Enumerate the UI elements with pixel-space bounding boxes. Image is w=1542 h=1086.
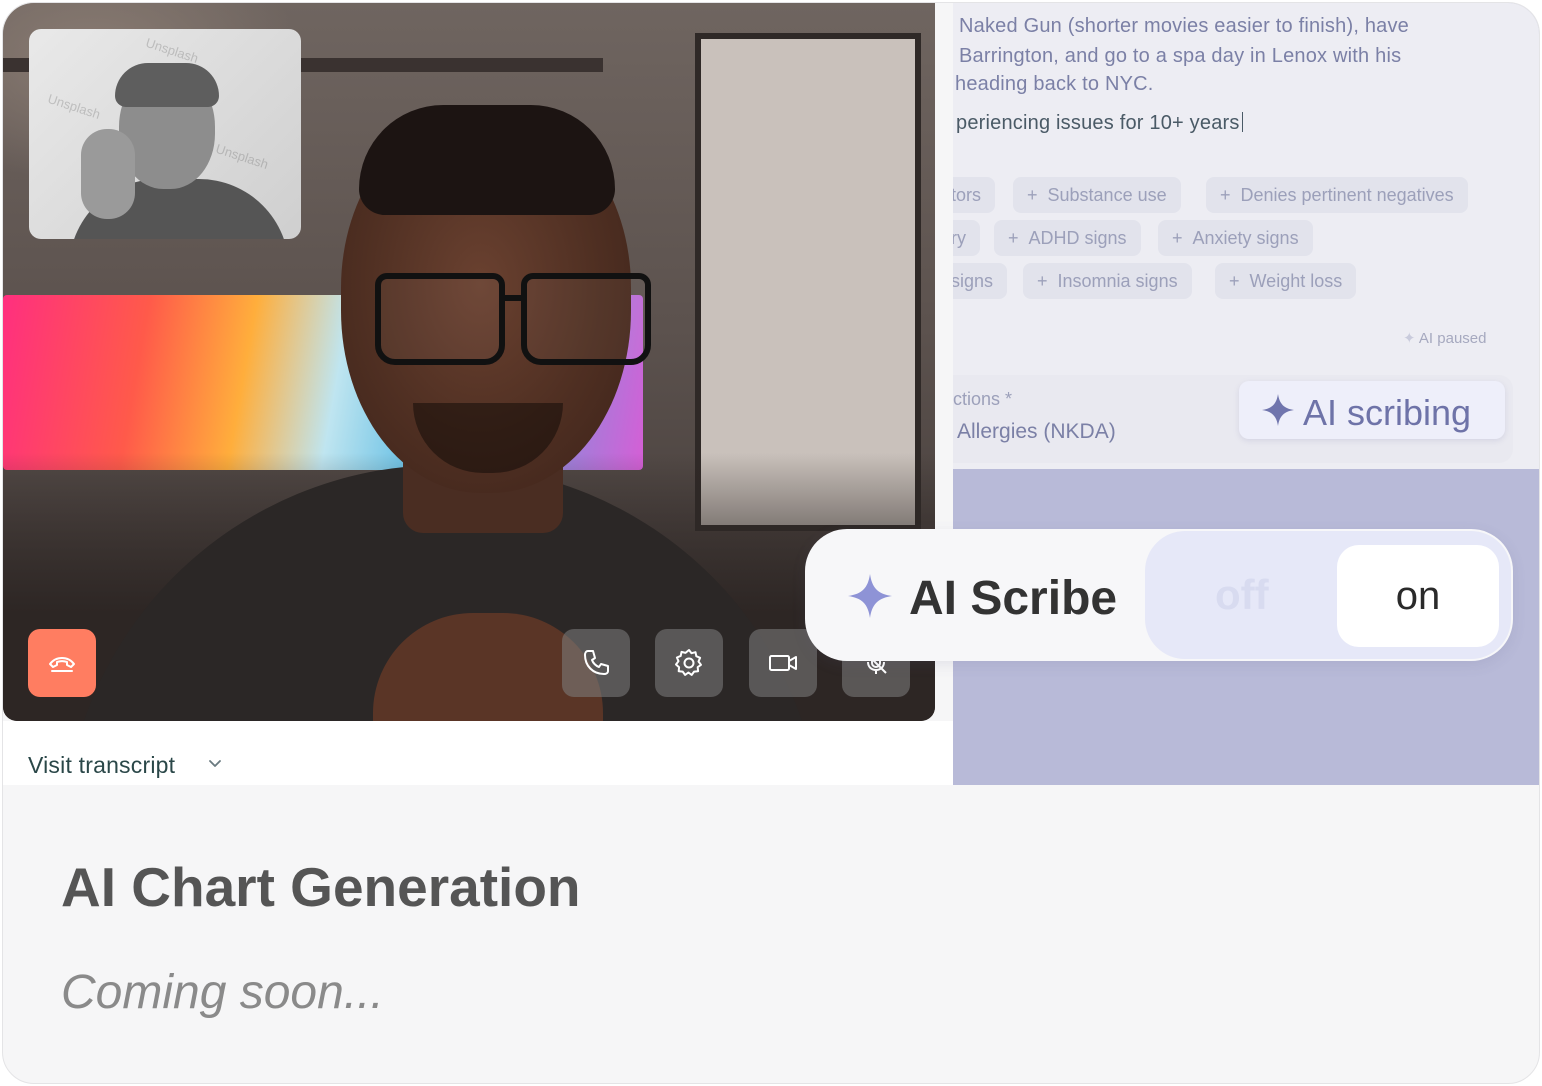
ai-scribing-badge: AI scribing: [1239, 381, 1505, 439]
clinical-notes: Naked Gun (shorter movies easier to fini…: [953, 3, 1539, 469]
toggle-track: off on: [1145, 531, 1511, 659]
toggle-off-option[interactable]: off: [1215, 571, 1269, 619]
video-call-panel: Unsplash Unsplash Unsplash: [3, 3, 935, 721]
chip-weight-loss[interactable]: + Weight loss: [1215, 263, 1357, 299]
note-text: Barrington, and go to a spa day in Lenox…: [959, 45, 1402, 67]
sparkle-icon: [848, 574, 892, 618]
watermark: Unsplash: [46, 90, 103, 123]
text-caret: [1241, 112, 1243, 132]
transcript-bar: Visit transcript: [3, 721, 953, 785]
gear-icon: [675, 649, 702, 676]
note-input-line[interactable]: periencing issues for 10+ years: [956, 112, 1243, 135]
chip-anxiety-signs[interactable]: + Anxiety signs: [1158, 220, 1313, 256]
ai-scribe-toggle[interactable]: AI Scribe off on: [805, 529, 1513, 661]
chip-insomnia-signs[interactable]: + Insomnia signs: [1023, 263, 1192, 299]
plus-icon: +: [1037, 271, 1048, 291]
plus-icon: +: [1172, 228, 1183, 248]
watermark: Unsplash: [144, 34, 201, 67]
section-value: Allergies (NKDA): [957, 420, 1116, 443]
sparkle-icon: ✦: [1403, 330, 1416, 347]
ai-paused-label: ✦ AI paused: [1403, 330, 1487, 347]
video-camera-icon: [769, 655, 797, 671]
ai-scribe-label: AI Scribe: [909, 572, 1118, 625]
self-view-video[interactable]: Unsplash Unsplash Unsplash: [29, 29, 301, 239]
camera-button[interactable]: [749, 629, 817, 697]
phone-icon: [584, 650, 609, 675]
end-call-button[interactable]: [28, 629, 96, 697]
feature-subtitle: Coming soon...: [61, 966, 384, 1019]
chevron-down-icon[interactable]: [207, 758, 223, 770]
plus-icon: +: [1027, 185, 1038, 205]
note-text: heading back to NYC.: [955, 73, 1154, 95]
phone-button[interactable]: [562, 629, 630, 697]
watermark: Unsplash: [214, 140, 271, 173]
chip-ry[interactable]: ry: [953, 220, 980, 256]
plus-icon: +: [1220, 185, 1231, 205]
hang-up-icon: [49, 657, 75, 672]
notes-panel: Naked Gun (shorter movies easier to fini…: [953, 3, 1539, 785]
sparkle-icon: [1262, 394, 1294, 426]
section-label: ctions *: [953, 389, 1013, 409]
chip-denies-pertinent-negatives[interactable]: + Denies pertinent negatives: [1206, 177, 1468, 213]
settings-button[interactable]: [655, 629, 723, 697]
toggle-on-option[interactable]: on: [1337, 545, 1499, 647]
feature-card: Unsplash Unsplash Unsplash Visit transcr…: [2, 2, 1540, 1084]
feature-title: AI Chart Generation: [61, 856, 581, 918]
visit-transcript-toggle[interactable]: Visit transcript: [28, 752, 175, 779]
plus-icon: +: [1229, 271, 1240, 291]
plus-icon: +: [1008, 228, 1019, 248]
chip-tors[interactable]: tors: [953, 177, 996, 213]
chip-substance-use[interactable]: + Substance use: [1013, 177, 1181, 213]
note-text: Naked Gun (shorter movies easier to fini…: [959, 15, 1409, 37]
chip-adhd-signs[interactable]: + ADHD signs: [994, 220, 1141, 256]
chip-signs[interactable]: signs: [953, 263, 1008, 299]
